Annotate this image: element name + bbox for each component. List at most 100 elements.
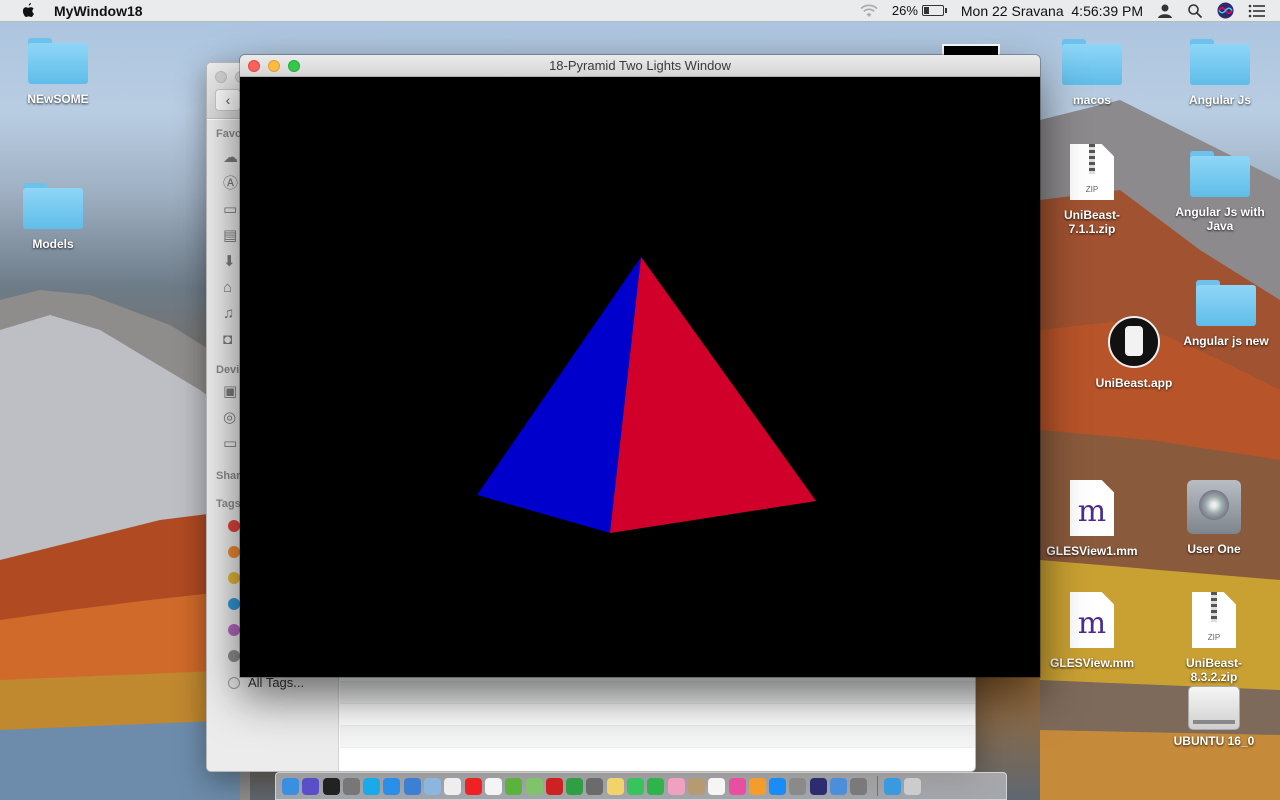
dock-launchpad-icon[interactable] xyxy=(342,777,360,795)
menubar-clock[interactable]: Mon 22 Sravana 4:56:39 PM xyxy=(961,3,1143,19)
dock-dashboard-icon[interactable] xyxy=(586,777,604,795)
dock-calendar-icon[interactable] xyxy=(484,777,502,795)
dock-trash-icon[interactable] xyxy=(903,777,921,795)
tag-red[interactable] xyxy=(228,520,240,532)
dock-photo-booth-icon[interactable] xyxy=(545,777,563,795)
wifi-icon[interactable] xyxy=(860,4,878,18)
dock-downloads-icon[interactable] xyxy=(883,777,901,795)
tag-gray[interactable] xyxy=(228,650,240,662)
documents-icon[interactable]: ▤ xyxy=(223,228,241,244)
icloud-drive-icon[interactable]: ☁ xyxy=(223,150,241,166)
dock-itunes-icon[interactable] xyxy=(728,777,746,795)
active-app-name[interactable]: MyWindow18 xyxy=(54,3,143,19)
desktop-folder-models[interactable]: Models xyxy=(3,183,103,251)
desktop-icon-label: GLESView1.mm xyxy=(1046,544,1138,558)
dock-chrome-icon[interactable] xyxy=(566,777,584,795)
desktop-folder-angular-js-new[interactable]: Angular js new xyxy=(1176,280,1276,348)
dock-skype-icon[interactable] xyxy=(363,777,381,795)
dock-eclipse-icon[interactable] xyxy=(809,777,827,795)
desktop-file-unibeast-832-zip[interactable]: ZIP UniBeast-8.3.2.zip xyxy=(1164,592,1264,684)
desktop-folder-newsome[interactable]: NEwSOME xyxy=(8,38,108,106)
dock-youtube-icon[interactable] xyxy=(464,777,482,795)
pictures-icon[interactable]: ◘ xyxy=(223,332,241,348)
close-button[interactable] xyxy=(248,60,260,72)
tag-yellow[interactable] xyxy=(228,572,240,584)
desktop-icon-label: GLESView.mm xyxy=(1049,656,1135,670)
downloads-icon[interactable]: ⬇ xyxy=(223,254,241,270)
folder-icon xyxy=(23,183,83,229)
minimize-button[interactable] xyxy=(268,60,280,72)
opengl-canvas[interactable] xyxy=(240,77,1040,677)
tag-orange[interactable] xyxy=(228,546,240,558)
desktop-icon-label: Angular Js with Java xyxy=(1175,205,1265,233)
folder-icon xyxy=(28,38,88,84)
dock-safari-icon[interactable] xyxy=(383,777,401,795)
list-row[interactable] xyxy=(340,725,975,747)
all-tags-item[interactable]: All Tags... xyxy=(228,675,304,690)
music-icon[interactable]: ♫ xyxy=(223,306,241,322)
back-button[interactable]: ‹ xyxy=(215,89,241,111)
dock-utorrent-icon[interactable] xyxy=(505,777,523,795)
folder-icon xyxy=(1062,39,1122,85)
desktop-folder-angular-js-with-java[interactable]: Angular Js with Java xyxy=(1170,151,1270,233)
dock-finder-icon[interactable] xyxy=(282,777,299,795)
dock-app-store-icon[interactable] xyxy=(769,777,787,795)
zip-file-icon: ZIP xyxy=(1070,144,1114,200)
dock-books-icon[interactable] xyxy=(748,777,766,795)
gl-window-titlebar[interactable]: 18-Pyramid Two Lights Window xyxy=(240,55,1040,77)
siri-icon[interactable] xyxy=(1217,2,1234,19)
desktop-disk-user-one[interactable]: User One xyxy=(1164,480,1264,556)
zoom-button[interactable] xyxy=(288,60,300,72)
dock-photos-icon[interactable] xyxy=(667,777,685,795)
dock-textedit-icon[interactable] xyxy=(444,777,462,795)
external-disk-icon[interactable]: ▭ xyxy=(223,436,241,452)
dock-preview-icon[interactable] xyxy=(424,777,442,795)
list-row[interactable] xyxy=(340,703,975,725)
folder-icon xyxy=(1196,280,1256,326)
battery-status[interactable]: 26% xyxy=(892,3,947,18)
hard-disk-icon[interactable]: ▣ xyxy=(223,384,241,400)
home-icon[interactable]: ⌂ xyxy=(223,280,241,296)
gl-window[interactable]: 18-Pyramid Two Lights Window xyxy=(240,55,1040,677)
dock-contacts-icon[interactable] xyxy=(687,777,705,795)
folder-icon xyxy=(1190,151,1250,197)
tag-blue[interactable] xyxy=(228,598,240,610)
desktop-icon-label: UBUNTU 16_0 xyxy=(1173,734,1255,748)
desktop-file-unibeast-711-zip[interactable]: ZIP UniBeast-7.1.1.zip xyxy=(1042,144,1142,236)
list-row[interactable] xyxy=(340,747,975,769)
all-tags-label: All Tags... xyxy=(248,675,305,690)
dock-xcode-icon[interactable] xyxy=(830,777,848,795)
dvd-icon[interactable]: ◎ xyxy=(223,410,241,426)
dock-messages-icon[interactable] xyxy=(627,777,645,795)
desktop-app-unibeast[interactable]: UniBeast.app xyxy=(1084,316,1184,390)
dock-maps-icon[interactable] xyxy=(525,777,543,795)
dock xyxy=(275,772,1007,800)
dock-instruments-icon[interactable] xyxy=(850,777,868,795)
dock-terminal-icon[interactable] xyxy=(322,777,340,795)
usb-drive-icon xyxy=(1188,686,1240,730)
dock-system-preferences-icon[interactable] xyxy=(789,777,807,795)
finder-file-list[interactable] xyxy=(340,681,975,771)
dock-safari-technology-preview-icon[interactable] xyxy=(403,777,421,795)
tag-purple[interactable] xyxy=(228,624,240,636)
dock-reminders-icon[interactable] xyxy=(708,777,726,795)
notification-center-icon[interactable] xyxy=(1248,4,1266,18)
desktop-folder-angular-js[interactable]: Angular Js xyxy=(1170,39,1270,107)
desktop-usb-ubuntu[interactable]: UBUNTU 16_0 xyxy=(1164,680,1264,748)
menu-bar: MyWindow18 26% Mon 22 Sravana 4:56:39 PM xyxy=(0,0,1280,22)
user-icon[interactable] xyxy=(1157,3,1173,19)
desktop-file-glesview-mm[interactable]: m GLESView.mm xyxy=(1042,592,1142,670)
applications-icon[interactable]: Ⓐ xyxy=(223,176,241,192)
list-row[interactable] xyxy=(340,681,975,703)
dock-facetime-icon[interactable] xyxy=(647,777,665,795)
desktop-file-glesview1-mm[interactable]: m GLESView1.mm xyxy=(1042,480,1142,558)
dock-notes-icon[interactable] xyxy=(606,777,624,795)
apple-icon[interactable] xyxy=(20,2,36,19)
desktop-folder-macos[interactable]: macos xyxy=(1042,39,1142,107)
dock-siri-icon[interactable] xyxy=(302,777,320,795)
finder-close-button[interactable] xyxy=(215,71,227,83)
spotlight-icon[interactable] xyxy=(1187,3,1203,19)
desktop-icon-label: Angular Js xyxy=(1188,93,1251,107)
desktop-icon[interactable]: ▭ xyxy=(223,202,241,218)
desktop-icon-label: User One xyxy=(1187,542,1241,556)
